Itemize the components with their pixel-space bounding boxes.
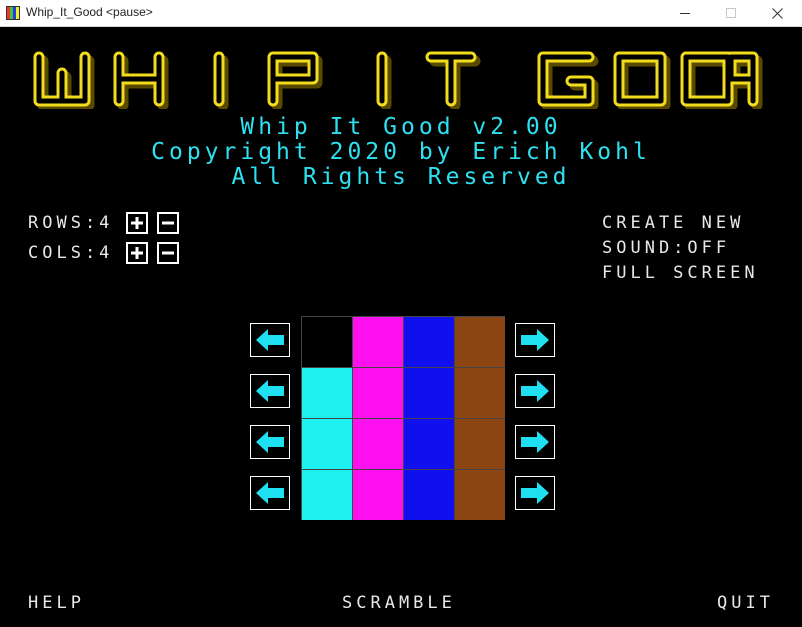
rows-minus-button[interactable] <box>157 212 179 234</box>
puzzle-tile[interactable] <box>353 317 403 367</box>
arrow-left-icon <box>256 431 284 453</box>
plus-icon <box>131 247 143 259</box>
puzzle-tile[interactable] <box>455 419 505 469</box>
row-3-left-arrow-button[interactable] <box>250 425 290 459</box>
full-screen-button[interactable]: FULL SCREEN <box>602 263 759 283</box>
help-button[interactable]: HELP <box>28 593 85 613</box>
plus-icon <box>131 217 143 229</box>
minimize-icon <box>679 12 690 14</box>
row-1-right-arrow-button[interactable] <box>515 323 555 357</box>
game-screen: Whip It Good v2.00 Copyright 2020 by Eri… <box>1 27 801 626</box>
minimize-button[interactable] <box>662 0 708 26</box>
arrow-right-icon <box>521 380 549 402</box>
title-bar: Whip_It_Good <pause> <box>0 0 802 27</box>
arrow-left-icon <box>256 380 284 402</box>
create-new-button[interactable]: CREATE NEW <box>602 213 744 233</box>
puzzle-tile[interactable] <box>455 368 505 418</box>
cols-minus-button[interactable] <box>157 242 179 264</box>
minus-icon <box>162 221 174 225</box>
cols-plus-button[interactable] <box>126 242 148 264</box>
puzzle-tile[interactable] <box>455 317 505 367</box>
game-logo <box>33 51 763 109</box>
row-3-right-arrow-button[interactable] <box>515 425 555 459</box>
rights-text: All Rights Reserved <box>231 164 571 190</box>
puzzle-board <box>301 316 505 520</box>
puzzle-tile[interactable] <box>353 368 403 418</box>
puzzle-tile[interactable] <box>302 317 352 367</box>
puzzle-tile[interactable] <box>302 368 352 418</box>
minus-icon <box>162 251 174 255</box>
row-2-left-arrow-button[interactable] <box>250 374 290 408</box>
copyright-text: Copyright 2020 by Erich Kohl <box>151 139 651 165</box>
version-text: Whip It Good v2.00 <box>240 114 562 140</box>
sound-toggle[interactable]: SOUND:OFF <box>602 238 730 258</box>
rows-label: ROWS:4 <box>28 213 114 233</box>
app-icon <box>6 6 20 20</box>
row-4-right-arrow-button[interactable] <box>515 476 555 510</box>
arrow-right-icon <box>521 482 549 504</box>
puzzle-tile[interactable] <box>404 419 454 469</box>
puzzle-tile[interactable] <box>353 470 403 520</box>
scramble-button[interactable]: SCRAMBLE <box>342 593 456 613</box>
rows-plus-button[interactable] <box>126 212 148 234</box>
arrow-left-icon <box>256 482 284 504</box>
puzzle-tile[interactable] <box>353 419 403 469</box>
puzzle-tile[interactable] <box>455 470 505 520</box>
row-2-right-arrow-button[interactable] <box>515 374 555 408</box>
puzzle-tile[interactable] <box>404 470 454 520</box>
row-4-left-arrow-button[interactable] <box>250 476 290 510</box>
puzzle-tile[interactable] <box>302 419 352 469</box>
window-title: Whip_It_Good <pause> <box>26 5 153 19</box>
puzzle-tile[interactable] <box>404 317 454 367</box>
maximize-icon <box>725 7 736 18</box>
arrow-right-icon <box>521 431 549 453</box>
arrow-left-icon <box>256 329 284 351</box>
close-button[interactable] <box>754 0 800 26</box>
cols-label: COLS:4 <box>28 243 114 263</box>
arrow-right-icon <box>521 329 549 351</box>
row-1-left-arrow-button[interactable] <box>250 323 290 357</box>
maximize-button[interactable] <box>708 0 754 26</box>
puzzle-tile[interactable] <box>302 470 352 520</box>
quit-button[interactable]: QUIT <box>717 593 774 613</box>
puzzle-tile[interactable] <box>404 368 454 418</box>
close-icon <box>771 7 783 19</box>
